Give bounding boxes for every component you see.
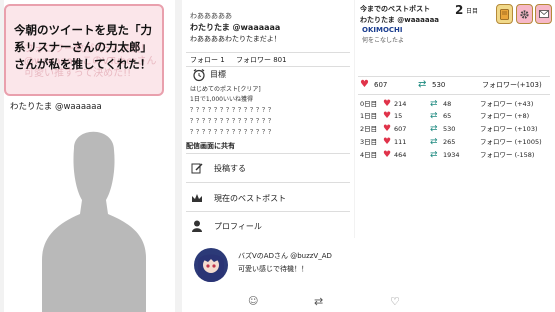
avatar — [194, 248, 228, 282]
profile-bio: わああああわたりたまだよ！ — [190, 35, 281, 43]
row-likes: 464 — [394, 151, 407, 159]
like-icon[interactable]: ♡ — [390, 295, 400, 308]
settings-button[interactable] — [516, 4, 533, 24]
divider — [186, 66, 350, 67]
row-followers: フォロワー (+8) — [480, 112, 530, 120]
divider — [186, 182, 350, 183]
repost-icon: ⇄ — [430, 111, 438, 121]
row-day: 3日目 — [360, 138, 378, 146]
gear-icon — [520, 9, 529, 19]
repost-icon[interactable]: ⇄ — [314, 295, 323, 308]
goal-line: はじめてのポスト[クリア] — [190, 86, 261, 93]
profile-button[interactable]: プロフィール — [190, 215, 350, 237]
day-counter: 2 — [455, 3, 464, 17]
divider — [186, 211, 350, 212]
post-button[interactable]: 投稿する — [190, 157, 350, 179]
divider — [186, 153, 350, 154]
row-followers: フォロワー (+103) — [480, 125, 538, 133]
best-post-title: 今までのベストポスト — [360, 5, 431, 13]
totals-row: ♥ 607 ⇄ 530 フォロワー(+103) — [360, 79, 550, 91]
follow-count: フォロー 1 — [190, 56, 225, 64]
left-username: わたりたま @waaaaaa — [10, 102, 102, 112]
row-likes: 214 — [394, 100, 407, 108]
heart-icon: ♥ — [383, 150, 392, 160]
banner-text: 今朝のツイートを見た「力系リスナーさんの力太郎」さんが私を推してくれた！ — [14, 23, 152, 71]
total-reposts: 530 — [432, 81, 446, 89]
row-likes: 15 — [394, 112, 403, 120]
heart-icon: ♥ — [383, 99, 392, 109]
tweet-user: バズVのADさん @buzzV_AD — [238, 252, 332, 260]
heart-icon: ♥ — [383, 111, 392, 121]
mail-icon — [538, 10, 549, 18]
row-reposts: 530 — [443, 125, 456, 133]
repost-icon: ⇄ — [430, 99, 438, 109]
total-followers: フォロワー(+103) — [482, 81, 542, 89]
row-reposts: 48 — [443, 100, 452, 108]
row-followers: フォロワー (+43) — [480, 100, 534, 108]
day-unit: 日目 — [466, 8, 479, 15]
crown-icon — [190, 191, 204, 205]
profile-name: わたりたま @waaaaaa — [190, 23, 281, 32]
edit-icon — [190, 161, 204, 175]
reply-icon[interactable]: ☺ — [248, 296, 258, 307]
mail-button[interactable] — [535, 4, 552, 24]
goal-title: 目標 — [210, 70, 226, 79]
day-row: 3日目 ♥ 111 ⇄ 265 フォロワー (+1005) — [360, 137, 550, 148]
profile-label: プロフィール — [214, 221, 262, 231]
day-row: 1日目 ♥ 15 ⇄ 65 フォロワー (+8) — [360, 111, 550, 122]
goal-line: ？？？？？？？？？？？？？？ — [190, 118, 275, 125]
quote-name: OKIMOCHI — [362, 26, 403, 34]
heart-icon: ♥ — [360, 79, 369, 90]
profile-top-text: わあああああ — [190, 12, 232, 20]
quote-text: 何をこなしたよ — [362, 37, 405, 44]
row-day: 0日目 — [360, 100, 378, 108]
day-row: 2日目 ♥ 607 ⇄ 530 フォロワー (+103) — [360, 124, 550, 135]
row-likes: 607 — [394, 125, 407, 133]
day-row: 4日目 ♥ 464 ⇄ 1934 フォロワー (-158) — [360, 150, 550, 161]
row-reposts: 265 — [443, 138, 456, 146]
notification-banner[interactable]: フォロワー数が7万人突破！ @waaaaaa このVTuberさん可愛い推すって… — [4, 4, 164, 96]
row-day: 4日目 — [360, 151, 378, 159]
alarm-clock-icon — [193, 69, 205, 82]
person-icon — [190, 219, 204, 233]
row-day: 1日目 — [360, 112, 378, 120]
best-post-user: わたりたま @waaaaaa — [360, 16, 440, 24]
goal-line: ？？？？？？？？？？？？？？ — [190, 129, 275, 136]
avatar-silhouette — [42, 131, 146, 312]
timeline-tweet[interactable] — [182, 238, 555, 312]
total-likes: 607 — [374, 81, 388, 89]
share-title: 配信画面に共有 — [186, 142, 235, 150]
tweet-text: 可愛い感じで待機！！ — [238, 265, 308, 273]
goal-line: 1日で1,000いいね獲得 — [190, 96, 253, 103]
row-reposts: 1934 — [443, 151, 460, 159]
notebook-icon — [500, 8, 509, 20]
row-followers: フォロワー (+1005) — [480, 138, 542, 146]
best-post-label: 現在のベストポスト — [214, 193, 287, 203]
heart-icon: ♥ — [383, 124, 392, 134]
repost-icon: ⇄ — [430, 124, 438, 134]
row-likes: 111 — [394, 138, 407, 146]
notebook-button[interactable] — [496, 4, 513, 24]
day-row: 0日目 ♥ 214 ⇄ 48 フォロワー (+43) — [360, 99, 550, 110]
heart-icon: ♥ — [383, 137, 392, 147]
repost-icon: ⇄ — [418, 79, 427, 90]
row-day: 2日目 — [360, 125, 378, 133]
repost-icon: ⇄ — [430, 137, 438, 147]
repost-icon: ⇄ — [430, 150, 438, 160]
goal-line: ？？？？？？？？？？？？？？ — [190, 107, 275, 114]
divider — [358, 94, 550, 95]
best-post-button[interactable]: 現在のベストポスト — [190, 187, 350, 209]
post-label: 投稿する — [214, 163, 246, 173]
row-followers: フォロワー (-158) — [480, 151, 535, 159]
divider — [186, 52, 350, 53]
row-reposts: 65 — [443, 112, 452, 120]
divider — [358, 76, 550, 77]
follower-count: フォロワー 801 — [236, 56, 287, 64]
